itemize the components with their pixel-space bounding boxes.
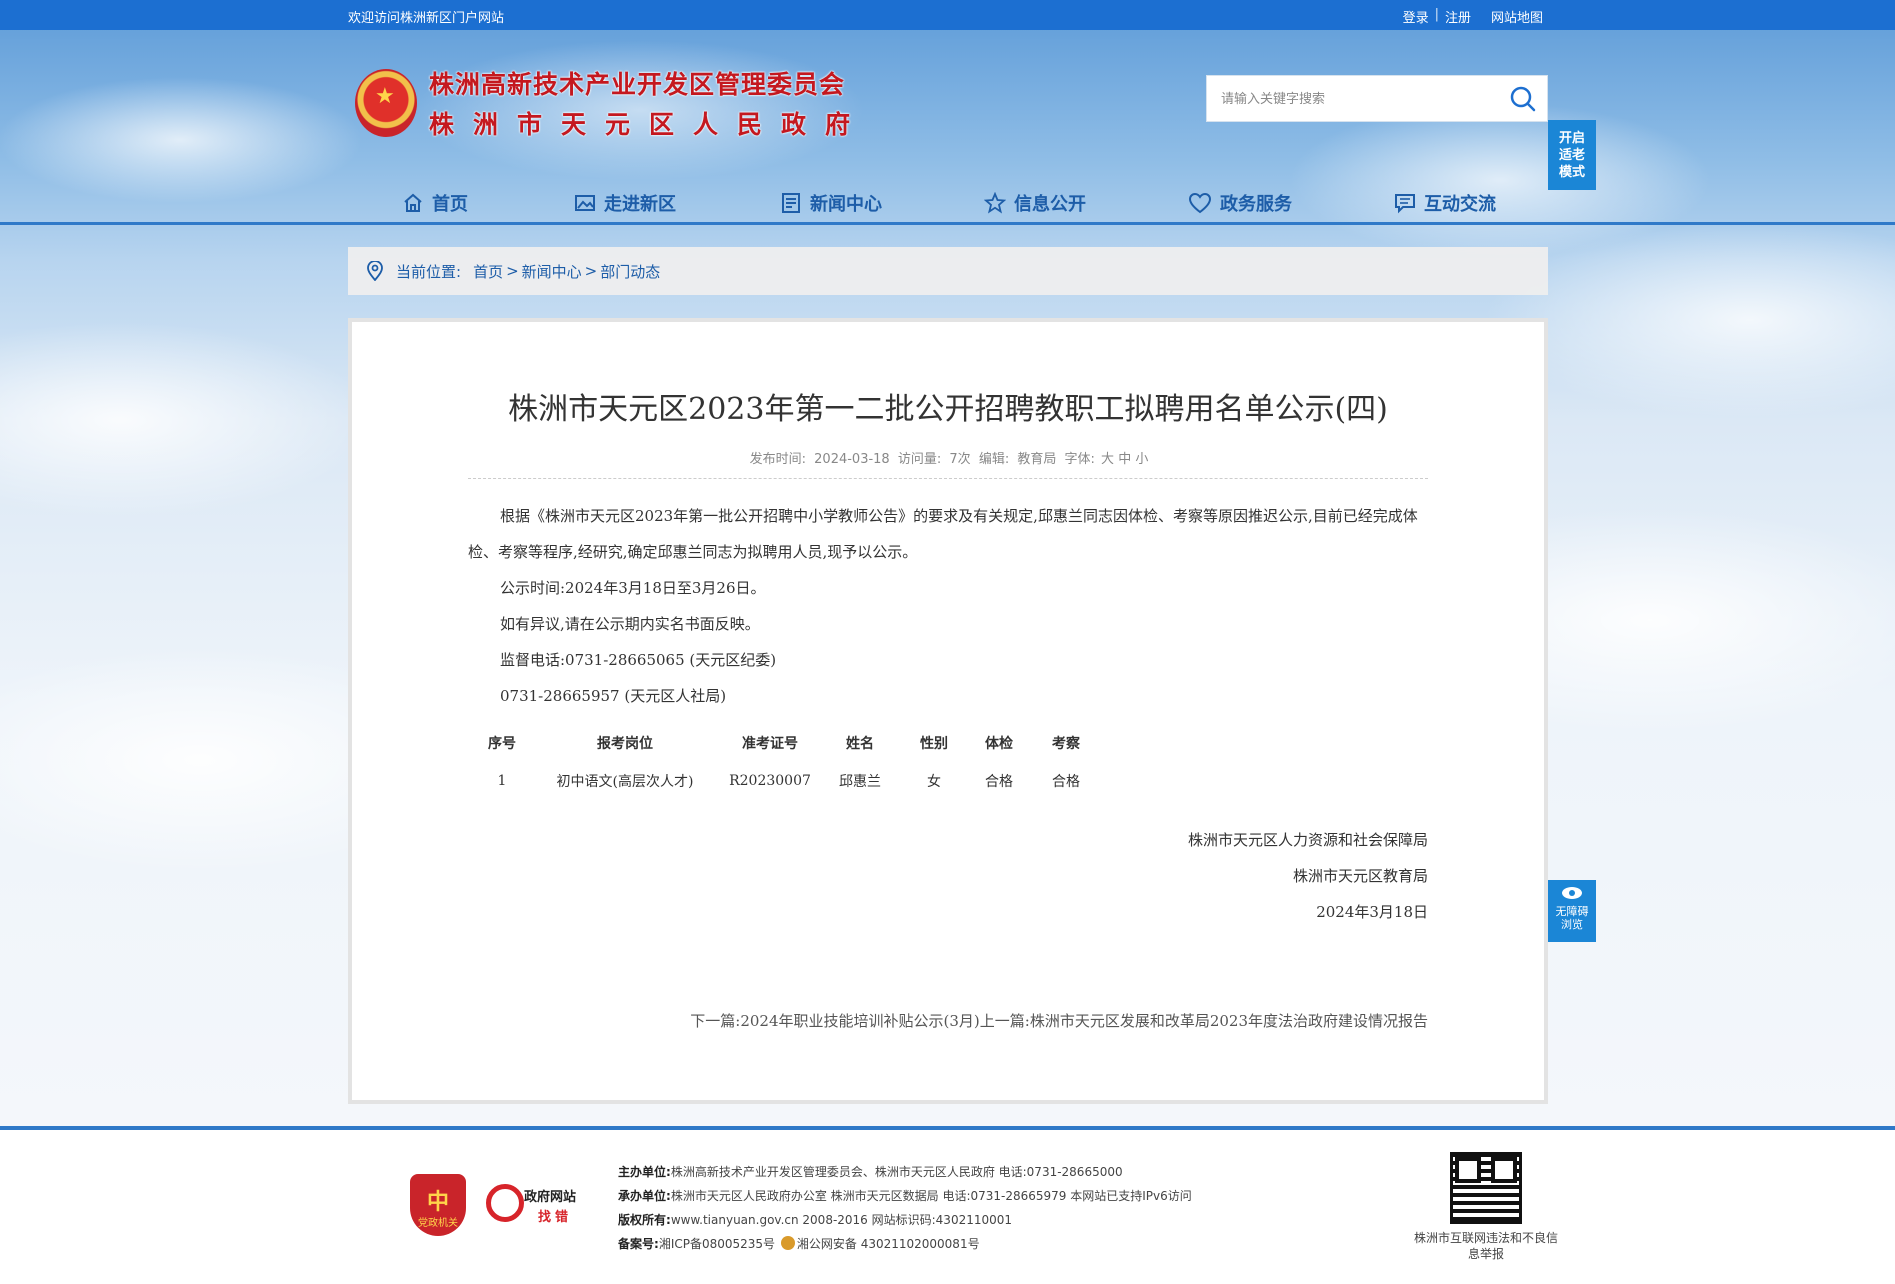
site-error-report-badge[interactable]: 政府网站 找错 (486, 1180, 586, 1230)
register-link[interactable]: 注册 (1445, 7, 1471, 26)
breadcrumb: 当前位置: 首页 > 新闻中心 > 部门动态 (348, 247, 1548, 295)
org-name-line1: 株洲高新技术产业开发区管理委员会 (429, 70, 846, 99)
site-logo[interactable]: 株洲高新技术产业开发区管理委员会 株洲市天元区人民政府 (355, 65, 869, 141)
table-row: 1 初中语文(高层次人才) R20230007 邱惠兰 女 合格 合格 (497, 773, 1080, 790)
login-link[interactable]: 登录 (1403, 7, 1429, 26)
font-small-button[interactable]: 小 (1135, 452, 1148, 467)
police-record-link[interactable]: 湘公网安备 43021102000081号 (797, 1237, 980, 1251)
paragraph: 监督电话:0731-28665065 (天元区纪委) (500, 651, 777, 669)
nav-item-home[interactable]: 首页 (402, 188, 468, 218)
qr-code-icon[interactable] (1450, 1152, 1522, 1224)
news-icon (782, 193, 800, 213)
accessibility-label: 无障碍浏览 (1555, 905, 1589, 931)
elder-mode-button[interactable]: 开启适老模式 (1548, 120, 1596, 190)
editor-name: 教育局 (1017, 452, 1057, 467)
prev-article-link[interactable]: 上一篇:株洲市天元区发展和改革局2023年度法治政府建设情况报告 (980, 1012, 1428, 1030)
heart-icon (1188, 192, 1212, 214)
footer-info: 主办单位:株洲高新技术产业开发区管理委员会、株洲市天元区人民政府 电话:0731… (618, 1165, 1192, 1251)
font-medium-button[interactable]: 中 (1118, 452, 1131, 467)
title-divider (468, 478, 1428, 479)
view-count: 7次 (949, 452, 971, 467)
paragraph: 根据《株洲市天元区2023年第一批公开招聘中小学教师公告》的要求及有关规定,邱惠… (468, 507, 1418, 561)
eye-icon (1562, 887, 1582, 899)
footer: 党政机关 政府网站 找错 主办单位:株洲高新技术产业开发区管理委员会、株洲市天元… (0, 1130, 1895, 1284)
home-icon (404, 193, 422, 212)
police-badge-icon (780, 1236, 795, 1250)
paragraph: 如有异议,请在公示期内实名书面反映。 (500, 615, 760, 633)
account-links: 登录 | 注册 网站地图 (1403, 7, 1543, 26)
article-title: 株洲市天元区2023年第一二批公开招聘教职工拟聘用名单公示(四) (508, 392, 1388, 427)
welcome-text: 欢迎访问株洲新区门户网站 (348, 11, 505, 26)
breadcrumb-home[interactable]: 首页 (473, 261, 503, 282)
nav-label: 首页 (432, 194, 468, 215)
article-panel: 株洲市天元区2023年第一二批公开招聘教职工拟聘用名单公示(四) 发布时间: 2… (348, 318, 1548, 1104)
copyright-info: www.tianyuan.gov.cn 2008-2016 网站标识码:4302… (670, 1213, 1013, 1227)
breadcrumb-department[interactable]: 部门动态 (600, 261, 660, 282)
location-pin-icon (367, 261, 383, 281)
nav-item-info[interactable]: 信息公开 (984, 188, 1086, 218)
star-icon (984, 192, 1006, 214)
breadcrumb-news[interactable]: 新闻中心 (522, 261, 582, 282)
host-info: 株洲高新技术产业开发区管理委员会、株洲市天元区人民政府 电话:0731-2866… (670, 1165, 1123, 1179)
nav-label: 政务服务 (1220, 194, 1292, 215)
accessibility-button[interactable]: 无障碍浏览 (1548, 880, 1596, 942)
magnifier-icon (486, 1184, 524, 1222)
party-gov-badge[interactable]: 党政机关 (410, 1174, 466, 1236)
signature-date: 2024年3月18日 (1316, 903, 1428, 921)
paragraph: 0731-28665957 (天元区人社局) (500, 687, 727, 705)
elder-mode-label: 开启适老模式 (1558, 131, 1585, 180)
nav-label: 走进新区 (604, 194, 676, 215)
link-separator: | (1434, 7, 1439, 22)
breadcrumb-separator: > (506, 262, 519, 280)
undertake-info: 株洲市天元区人民政府办公室 株洲市天元区数据局 电话:0731-28665979… (670, 1189, 1192, 1203)
signature-org2: 株洲市天元区教育局 (1292, 867, 1428, 885)
breadcrumb-label: 当前位置: (396, 262, 462, 281)
sitemap-link[interactable]: 网站地图 (1491, 7, 1543, 26)
chat-icon (1395, 194, 1415, 214)
publish-date: 2024-03-18 (814, 452, 890, 467)
search-icon (1510, 86, 1536, 112)
signature-block: 株洲市天元区人力资源和社会保障局 株洲市天元区教育局 2024年3月18日 (1188, 822, 1428, 930)
report-caption: 株洲市互联网违法和不良信息举报 (1413, 1231, 1558, 1261)
nav-divider (0, 222, 1895, 225)
main-nav: 首页 走进新区 新闻中心 信息公开 政务服务 互动交流 (0, 182, 1895, 224)
signature-org1: 株洲市天元区人力资源和社会保障局 (1187, 831, 1428, 849)
article-pagination: 下一篇:2024年职业技能培训补贴公示(3月)上一篇:株洲市天元区发展和改革局2… (690, 1010, 1428, 1031)
nav-item-news[interactable]: 新闻中心 (780, 188, 882, 218)
party-gov-badge-label: 党政机关 (418, 1218, 458, 1229)
breadcrumb-separator: > (584, 262, 598, 280)
candidate-table: 序号 报考岗位 准考证号 姓名 性别 体检 考察 1 初中语文(高层次人才) R… (474, 726, 1102, 802)
article-meta: 发布时间: 2024-03-18 访问量: 7次 编辑: 教育局 字体: 大 中… (749, 452, 1149, 467)
next-article-link[interactable]: 下一篇:2024年职业技能培训补贴公示(3月) (690, 1012, 979, 1030)
national-emblem-icon (355, 69, 417, 137)
picture-icon (575, 195, 595, 211)
nav-item-service[interactable]: 政务服务 (1188, 188, 1292, 218)
article-body: 根据《株洲市天元区2023年第一批公开招聘中小学教师公告》的要求及有关规定,邱惠… (468, 498, 1428, 714)
top-bar: 欢迎访问株洲新区门户网站 登录 | 注册 网站地图 (0, 0, 1895, 30)
icp-link[interactable]: 湘ICP备08005235号 (659, 1237, 775, 1251)
paragraph: 公示时间:2024年3月18日至3月26日。 (500, 579, 766, 597)
font-large-button[interactable]: 大 (1101, 452, 1114, 467)
nav-label: 互动交流 (1424, 194, 1496, 215)
table-header-row: 序号 报考岗位 准考证号 姓名 性别 体检 考察 (488, 736, 1080, 752)
nav-item-interaction[interactable]: 互动交流 (1394, 188, 1496, 218)
search-box (1206, 75, 1548, 122)
nav-label: 新闻中心 (810, 194, 882, 215)
search-input[interactable] (1221, 88, 1491, 110)
nav-label: 信息公开 (1014, 194, 1086, 215)
search-button[interactable] (1509, 85, 1537, 113)
org-name-line2: 株洲市天元区人民政府 (429, 110, 870, 139)
nav-item-about[interactable]: 走进新区 (574, 188, 676, 218)
